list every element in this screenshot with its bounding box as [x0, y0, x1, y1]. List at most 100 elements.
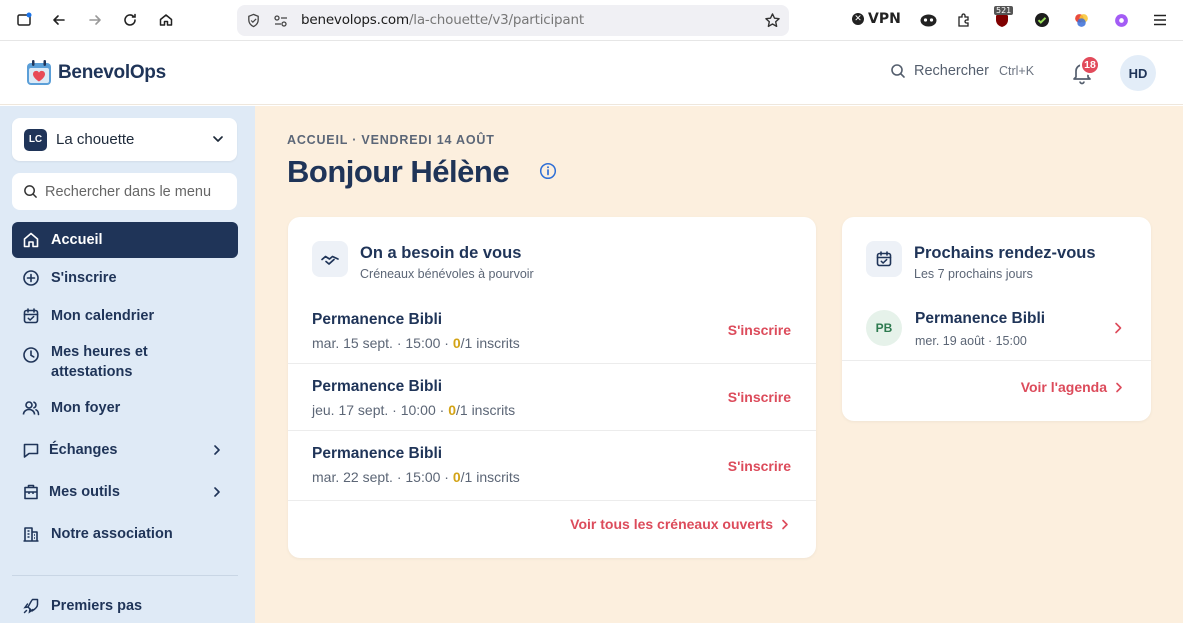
sidebar-item-label: Accueil: [51, 232, 103, 248]
shift-name: Permanence Bibli: [312, 378, 443, 395]
shift-date: mar. 15 sept. · 15:00 ·: [312, 335, 453, 351]
users-icon: [22, 401, 40, 416]
vpn-status-icon: ✕: [852, 13, 864, 25]
sidebar-item-label: Mes heures et attestations: [51, 344, 148, 380]
calendar-check-icon: [23, 308, 39, 324]
organization-selector[interactable]: LC La chouette: [12, 118, 237, 161]
shift-meta: mar. 22 sept. · 15:00 · 0/1 inscrits: [312, 469, 520, 485]
vpn-button[interactable]: ✕ VPN: [852, 11, 901, 27]
shift-capacity: /1 inscrits: [460, 335, 520, 351]
appointment-name: Permanence Bibli: [915, 310, 1046, 327]
page-settings-icon[interactable]: [273, 14, 289, 31]
building-icon: [23, 527, 39, 542]
sidebar-item-mes-heures[interactable]: Mes heures et attestations: [12, 342, 238, 382]
sidebar-item-sinscrire[interactable]: S'inscrire: [12, 260, 238, 296]
clock-icon: [23, 347, 39, 363]
chat-icon: [23, 443, 39, 458]
app-name: BenevolOps: [58, 61, 166, 83]
extension-mask-icon[interactable]: [919, 11, 937, 29]
volunteer-needs-card: On a besoin de vous Créneaux bénévoles à…: [288, 217, 816, 558]
calendar-check-icon: [866, 241, 902, 277]
main-content: ACCUEIL · VENDREDI 14 AOÛT Bonjour Hélèn…: [255, 106, 1183, 623]
user-avatar[interactable]: HD: [1120, 55, 1156, 91]
shift-name: Permanence Bibli: [312, 445, 443, 462]
home-browser-icon[interactable]: [152, 6, 180, 34]
sidebar-item-echanges[interactable]: Échanges: [12, 432, 238, 468]
signup-link[interactable]: S'inscrire: [728, 389, 791, 405]
org-name: La chouette: [56, 131, 135, 148]
link-label: Voir tous les créneaux ouverts: [570, 516, 773, 532]
reload-icon[interactable]: [116, 6, 144, 34]
url-text: benevolops.com/la-chouette/v3/participan…: [301, 12, 584, 28]
sidebar-item-label: Mes outils: [49, 484, 120, 500]
url-domain: benevolops.com: [301, 12, 409, 28]
app-logo[interactable]: BenevolOps: [26, 59, 166, 86]
search-icon: [24, 185, 37, 198]
toolbox-icon: [24, 484, 38, 500]
extensions-puzzle-icon[interactable]: [955, 11, 973, 29]
search-shortcut: Ctrl+K: [998, 64, 1035, 78]
browser-toolbar: benevolops.com/la-chouette/v3/participan…: [0, 0, 1183, 41]
sidebar-divider: [12, 575, 238, 576]
sidebar-item-label: Mon foyer: [51, 400, 121, 416]
breadcrumb: ACCUEIL · VENDREDI 14 AOÛT: [287, 133, 495, 147]
card-subtitle: Créneaux bénévoles à pourvoir: [360, 267, 534, 281]
bookmark-star-icon[interactable]: [764, 12, 781, 32]
chevron-right-icon: [782, 519, 788, 529]
notification-count-badge: 18: [1080, 55, 1100, 75]
sidebar-item-mon-calendrier[interactable]: Mon calendrier: [12, 298, 238, 334]
sidebar-item-label: Mon calendrier: [51, 308, 155, 324]
card-subtitle: Les 7 prochains jours: [914, 267, 1033, 281]
view-all-shifts-link[interactable]: Voir tous les créneaux ouverts: [570, 516, 789, 532]
signup-link[interactable]: S'inscrire: [728, 322, 791, 338]
extension-gear-icon[interactable]: [1112, 11, 1130, 29]
shift-name: Permanence Bibli: [312, 311, 443, 328]
chevron-right-icon: [214, 487, 220, 497]
sidebar-item-mes-outils[interactable]: Mes outils: [12, 474, 238, 510]
appointment-avatar: PB: [866, 310, 902, 346]
shift-row: Permanence Bibli mar. 22 sept. · 15:00 ·…: [288, 431, 816, 501]
shield-icon: [246, 13, 261, 31]
shift-meta: mar. 15 sept. · 15:00 · 0/1 inscrits: [312, 335, 520, 351]
sidebar-item-notre-association[interactable]: Notre association: [12, 516, 238, 552]
search-label: Rechercher: [914, 63, 989, 79]
plus-circle-icon: [23, 270, 39, 286]
url-path: /la-chouette/v3/participant: [408, 12, 584, 28]
app-header: BenevolOps Rechercher Ctrl+K 18 HD: [0, 41, 1183, 105]
sidebar-item-premiers-pas[interactable]: Premiers pas: [12, 588, 238, 623]
upcoming-appointments-card: Prochains rendez-vous Les 7 prochains jo…: [842, 217, 1151, 421]
global-search-button[interactable]: Rechercher Ctrl+K: [890, 63, 1034, 79]
address-bar[interactable]: benevolops.com/la-chouette/v3/participan…: [237, 5, 789, 36]
sidebar-item-label: Notre association: [51, 526, 173, 542]
extension-colors-icon[interactable]: [1072, 11, 1090, 29]
forward-icon[interactable]: [81, 6, 109, 34]
browser-menu-icon[interactable]: [1151, 11, 1169, 29]
extension-check-icon[interactable]: [1033, 11, 1051, 29]
sidebar-toggle-icon[interactable]: [10, 6, 38, 34]
ublock-count-badge: 521: [994, 6, 1014, 15]
appointment-meta: mer. 19 août · 15:00: [915, 334, 1027, 348]
shift-capacity: /1 inscrits: [460, 469, 520, 485]
menu-search-input[interactable]: [45, 183, 215, 200]
chevron-right-icon: [1116, 382, 1122, 392]
back-icon[interactable]: [45, 6, 73, 34]
info-icon[interactable]: [539, 162, 557, 180]
sidebar: LC La chouette Accueil S'inscrire Mon ca…: [0, 106, 255, 623]
link-label: Voir l'agenda: [1020, 379, 1107, 395]
sidebar-item-label: S'inscrire: [51, 270, 117, 286]
appointment-row[interactable]: PB Permanence Bibli mer. 19 août · 15:00: [842, 298, 1151, 361]
card-title: Prochains rendez-vous: [914, 244, 1096, 262]
vpn-label: VPN: [868, 11, 901, 27]
shift-row: Permanence Bibli jeu. 17 sept. · 10:00 ·…: [288, 364, 816, 431]
chevron-right-icon: [214, 445, 220, 455]
shift-count: 0: [448, 402, 456, 418]
view-agenda-link[interactable]: Voir l'agenda: [1021, 379, 1123, 395]
sidebar-item-mon-foyer[interactable]: Mon foyer: [12, 390, 238, 426]
shift-capacity: /1 inscrits: [456, 402, 516, 418]
sidebar-item-label: Échanges: [49, 442, 118, 458]
sidebar-item-accueil[interactable]: Accueil: [12, 222, 238, 258]
calendar-heart-logo-icon: [27, 60, 51, 85]
signup-link[interactable]: S'inscrire: [728, 458, 791, 474]
chevron-down-icon: [213, 136, 223, 142]
shift-date: mar. 22 sept. · 15:00 ·: [312, 469, 453, 485]
